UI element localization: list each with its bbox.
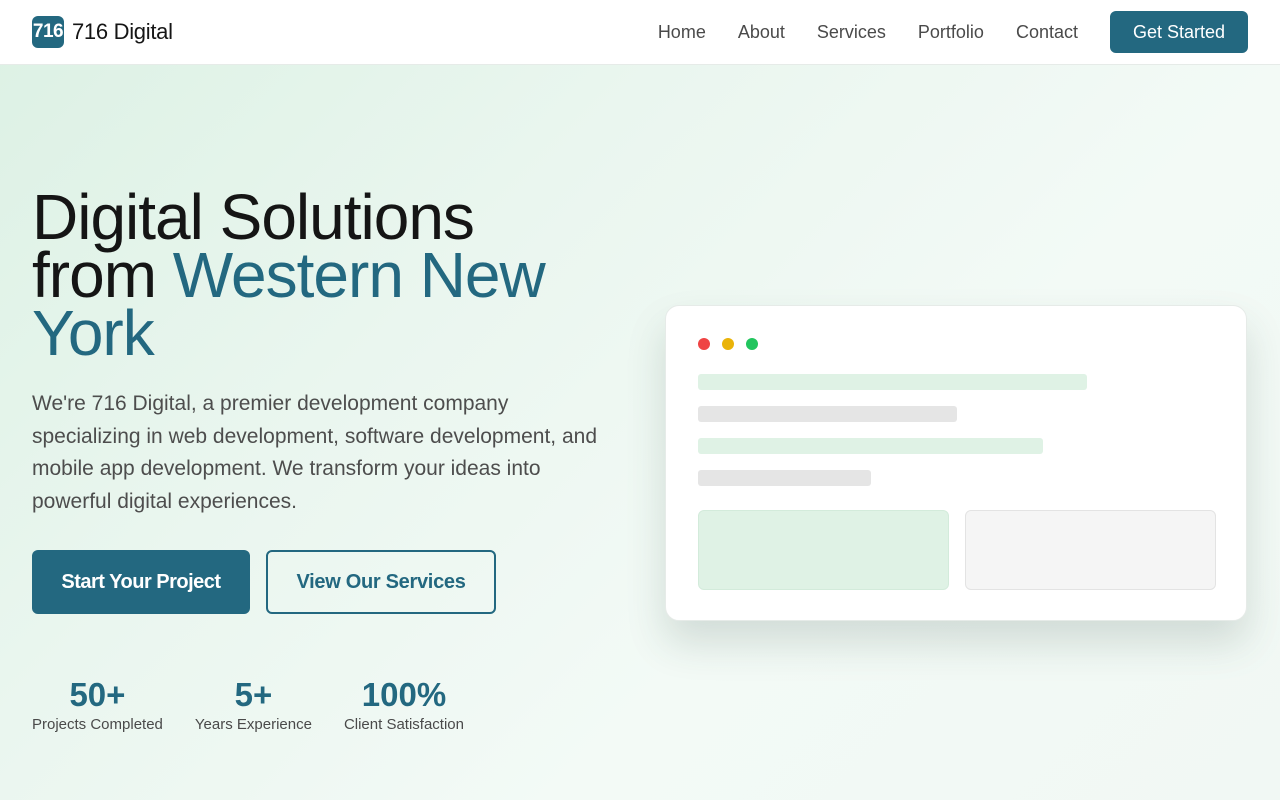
nav-link-services[interactable]: Services (817, 22, 886, 43)
nav-link-home[interactable]: Home (658, 22, 706, 43)
top-navbar: 716 716 Digital Home About Services Port… (0, 0, 1280, 65)
stat-label: Years Experience (194, 716, 312, 733)
hero-description: We're 716 Digital, a premier development… (32, 392, 598, 513)
stat-label: Projects Completed (32, 716, 163, 733)
start-project-button[interactable]: Start Your Project (32, 550, 250, 614)
nav-link-about[interactable]: About (738, 22, 785, 43)
stat-projects: 50+ Projects Completed (32, 676, 163, 733)
placeholder-line (698, 438, 1043, 454)
get-started-button[interactable]: Get Started (1110, 11, 1248, 53)
brand-logo[interactable]: 716 716 Digital (32, 16, 173, 48)
window-close-dot-icon (698, 338, 710, 350)
nav-link-portfolio[interactable]: Portfolio (918, 22, 984, 43)
stat-label: Client Satisfaction (343, 716, 464, 733)
placeholder-block (698, 510, 949, 590)
stats-row: 50+ Projects Completed 5+ Years Experien… (32, 676, 496, 733)
nav-link-contact[interactable]: Contact (1016, 22, 1078, 43)
view-services-button[interactable]: View Our Services (266, 550, 496, 614)
stat-value: 50+ (69, 676, 126, 713)
stat-value: 5+ (234, 676, 273, 713)
window-maximize-dot-icon (746, 338, 758, 350)
placeholder-line (698, 470, 871, 486)
hero-title: Digital Solutions from Western New York (32, 185, 632, 365)
stat-experience: 5+ Years Experience (195, 676, 312, 733)
brand-name: 716 Digital (72, 19, 173, 44)
placeholder-line (698, 406, 957, 422)
browser-mockup-illustration (665, 305, 1247, 621)
window-minimize-dot-icon (722, 338, 734, 350)
stat-value: 100% (361, 676, 447, 713)
nav-links: Home About Services Portfolio Contact (658, 22, 1078, 43)
placeholder-block (965, 510, 1216, 590)
brand-mark-icon: 716 (32, 16, 64, 48)
stat-satisfaction: 100% Client Satisfaction (344, 676, 464, 733)
placeholder-line (698, 374, 1087, 390)
